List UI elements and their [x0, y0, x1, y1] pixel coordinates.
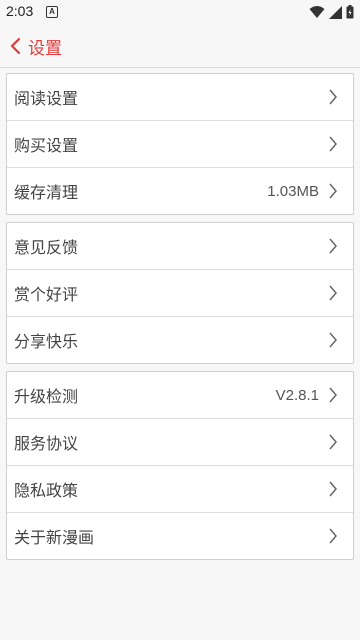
setting-row-feedback[interactable]: 意见反馈	[7, 223, 353, 270]
notification-icon: A	[46, 6, 58, 18]
setting-label: 意见反馈	[14, 238, 79, 257]
setting-row-privacy[interactable]: 隐私政策	[7, 466, 353, 513]
setting-label: 阅读设置	[14, 89, 79, 108]
battery-icon	[346, 5, 354, 19]
setting-row-cache[interactable]: 缓存清理 1.03MB	[7, 168, 353, 214]
setting-label: 赏个好评	[14, 285, 79, 304]
settings-group-1: 阅读设置 购买设置 缓存清理 1.03MB	[6, 73, 354, 215]
signal-icon	[329, 5, 342, 19]
setting-label: 服务协议	[14, 434, 79, 453]
chevron-right-icon	[327, 331, 339, 349]
status-icons	[309, 4, 354, 20]
setting-label: 购买设置	[14, 136, 79, 155]
setting-row-purchase[interactable]: 购买设置	[7, 121, 353, 168]
setting-label: 关于新漫画	[14, 528, 95, 547]
status-bar: 2:03 A	[0, 0, 360, 24]
chevron-right-icon	[327, 480, 339, 498]
chevron-right-icon	[327, 284, 339, 302]
settings-group-2: 意见反馈 赏个好评 分享快乐	[6, 222, 354, 364]
chevron-right-icon	[327, 527, 339, 545]
setting-row-share[interactable]: 分享快乐	[7, 317, 353, 363]
setting-row-rate[interactable]: 赏个好评	[7, 270, 353, 317]
cache-size-value: 1.03MB	[267, 182, 319, 200]
wifi-icon	[309, 6, 325, 18]
chevron-right-icon	[327, 433, 339, 451]
setting-label: 分享快乐	[14, 332, 79, 351]
setting-row-about[interactable]: 关于新漫画	[7, 513, 353, 559]
settings-group-3: 升级检测 V2.8.1 服务协议 隐私政策 关于新漫画	[6, 371, 354, 560]
setting-row-terms[interactable]: 服务协议	[7, 419, 353, 466]
setting-row-reading[interactable]: 阅读设置	[7, 74, 353, 121]
status-time: 2:03	[6, 3, 34, 19]
chevron-right-icon	[327, 135, 339, 153]
chevron-left-icon	[10, 37, 21, 55]
chevron-right-icon	[327, 237, 339, 255]
chevron-right-icon	[327, 88, 339, 106]
setting-label: 隐私政策	[14, 481, 79, 500]
setting-label: 缓存清理	[14, 183, 79, 202]
setting-row-update[interactable]: 升级检测 V2.8.1	[7, 372, 353, 419]
chevron-right-icon	[327, 386, 339, 404]
version-value: V2.8.1	[275, 386, 319, 404]
app-header: 设置	[0, 24, 360, 68]
back-button[interactable]: 设置	[10, 34, 62, 59]
setting-label: 升级检测	[14, 387, 79, 406]
page-title: 设置	[28, 38, 62, 59]
chevron-right-icon	[327, 182, 339, 200]
